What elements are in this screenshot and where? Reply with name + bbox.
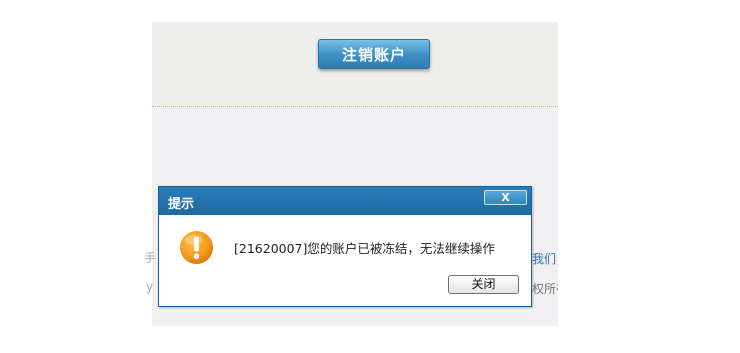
dialog-message: [21620007]您的账户已被冻结，无法继续操作 xyxy=(234,241,495,256)
dialog-title: 提示 xyxy=(168,197,195,212)
obscured-text-left-2: y xyxy=(146,280,154,294)
obscured-text-left: 手 xyxy=(144,251,156,265)
warning-icon xyxy=(179,230,214,265)
close-button[interactable]: 关闭 xyxy=(448,275,519,294)
contact-us-link[interactable]: 我们 xyxy=(532,250,558,267)
divider xyxy=(152,106,558,107)
alert-dialog: 提示 X [21620007]您的账户已被冻结，无法继续操作 关闭 xyxy=(158,186,532,307)
cancel-account-button[interactable]: 注销账户 xyxy=(318,39,430,69)
close-icon[interactable]: X xyxy=(484,190,527,205)
copyright-text: 权所有 xyxy=(532,282,558,296)
dialog-titlebar[interactable]: 提示 X xyxy=(159,187,531,215)
